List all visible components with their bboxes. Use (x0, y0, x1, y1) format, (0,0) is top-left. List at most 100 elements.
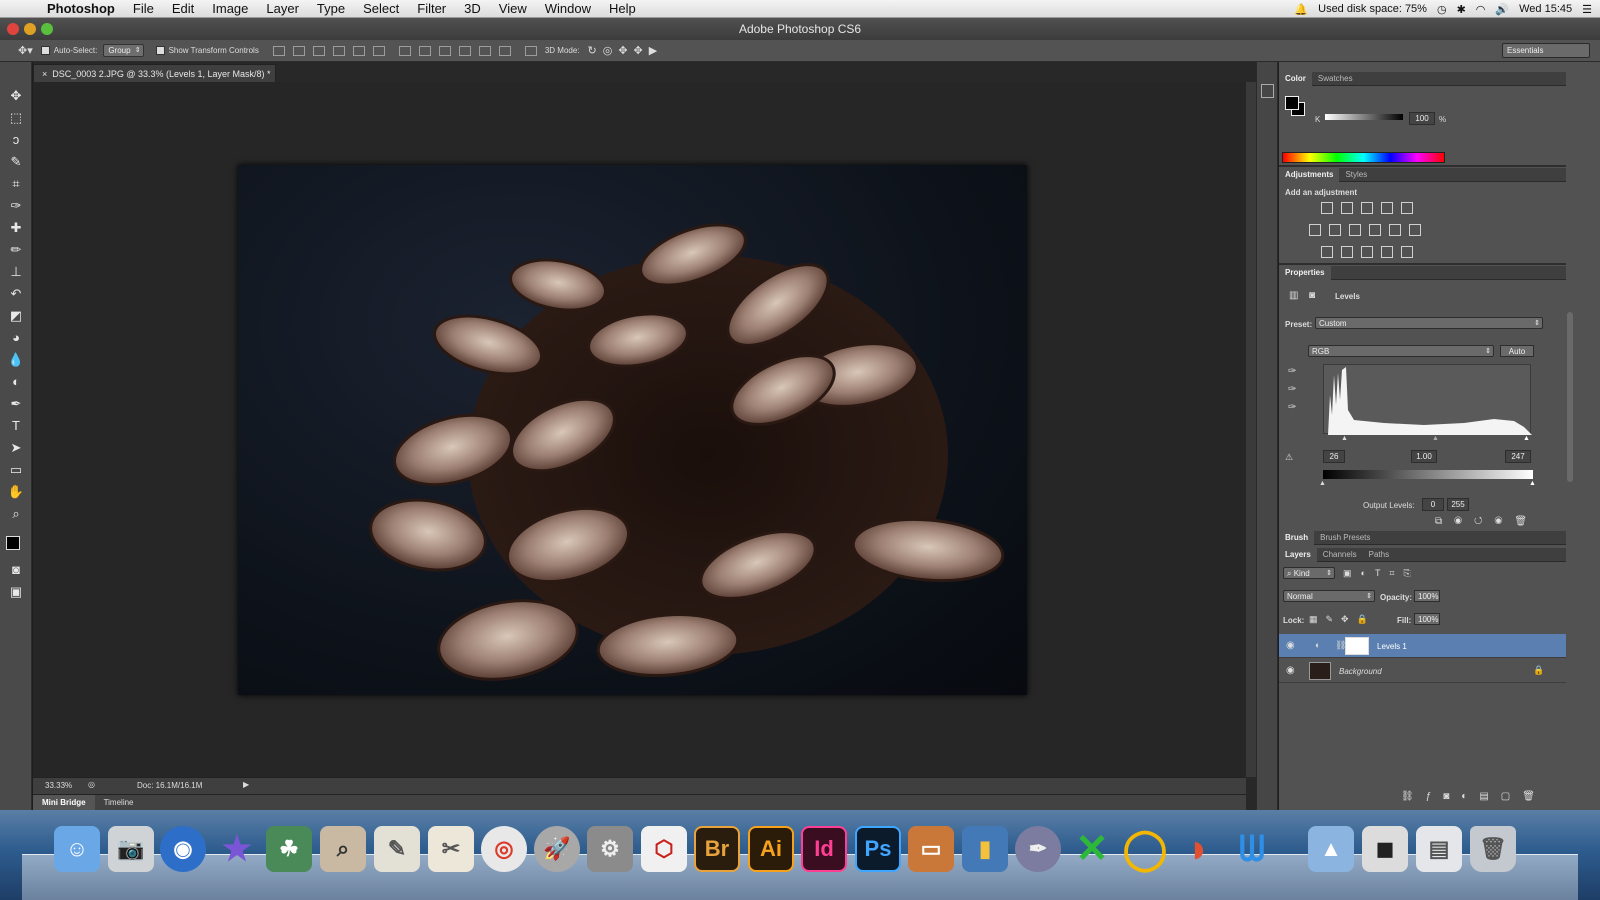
layer-name[interactable]: Levels 1 (1377, 642, 1407, 651)
curves-icon[interactable] (1361, 202, 1373, 214)
dvd-player-icon[interactable]: ◉ (160, 826, 206, 872)
preset-dropdown[interactable]: Custom (1315, 317, 1543, 329)
preview-icon[interactable]: ⌕ (320, 826, 366, 872)
clock[interactable]: Wed 15:45 (1519, 3, 1572, 15)
photo-filter-icon[interactable] (1369, 224, 1381, 236)
imovie-icon[interactable]: ★ (214, 826, 260, 872)
distribute-hcenter-icon[interactable] (478, 45, 491, 56)
gradient-map-icon[interactable] (1381, 246, 1393, 258)
layer-row-background[interactable]: ◉ Background 🔒 (1279, 659, 1566, 683)
color-balance-icon[interactable] (1329, 224, 1341, 236)
illustrator-icon[interactable]: Ai (748, 826, 794, 872)
menu-3d[interactable]: 3D (455, 1, 490, 16)
minimize-window-button[interactable] (24, 23, 36, 35)
dodge-tool-icon[interactable]: ◐ (7, 374, 25, 390)
bridge-icon[interactable]: Br (694, 826, 740, 872)
k-value-input[interactable]: 100 (1409, 112, 1435, 125)
zoom-tool-icon[interactable]: ⌕ (7, 506, 25, 522)
tab-color[interactable]: Color (1279, 71, 1312, 86)
tab-mini-bridge[interactable]: Mini Bridge (33, 794, 95, 811)
auto-align-icon[interactable] (524, 45, 537, 56)
auto-button[interactable]: Auto (1500, 345, 1534, 357)
notification-icon[interactable]: 🔔 (1294, 3, 1308, 16)
exposure-icon[interactable] (1381, 202, 1393, 214)
powerpoint-icon[interactable]: ◗ (1176, 826, 1222, 872)
invert-icon[interactable] (1321, 246, 1333, 258)
distribute-vcenter-icon[interactable] (418, 45, 431, 56)
black-point-eyedropper-icon[interactable]: ✑ (1288, 366, 1296, 377)
pen-tool-icon[interactable]: ✒ (7, 396, 25, 412)
layer-filter-dropdown[interactable]: ⌕ Kind (1283, 567, 1335, 579)
gamma-input-slider[interactable]: ▲ (1432, 435, 1439, 442)
move-tool-icon[interactable]: ✥▾ (18, 44, 33, 57)
posterize-icon[interactable] (1341, 246, 1353, 258)
properties-scrollbar[interactable] (1567, 312, 1573, 482)
align-hcenter-icon[interactable] (352, 45, 365, 56)
output-black-field[interactable]: 0 (1422, 498, 1444, 511)
menu-help[interactable]: Help (600, 1, 645, 16)
tab-layers[interactable]: Layers (1279, 547, 1317, 562)
lock-icons[interactable]: ▦✎✥🔒 (1309, 614, 1376, 625)
photoshop-icon[interactable]: Ps (855, 826, 901, 872)
menu-edit[interactable]: Edit (163, 1, 203, 16)
output-black-slider[interactable]: ▲ (1319, 480, 1326, 487)
opacity-field[interactable]: 100% (1414, 590, 1440, 602)
lasso-tool-icon[interactable]: ↄ (7, 132, 25, 148)
menu-filter[interactable]: Filter (408, 1, 455, 16)
eyedropper-tool-icon[interactable]: ✑ (7, 198, 25, 214)
align-right-icon[interactable] (372, 45, 385, 56)
distribute-top-icon[interactable] (398, 45, 411, 56)
vertical-scrollbar[interactable] (1246, 82, 1256, 777)
fill-field[interactable]: 100% (1414, 613, 1440, 625)
zoom-window-button[interactable] (41, 23, 53, 35)
menu-view[interactable]: View (490, 1, 536, 16)
quick-select-tool-icon[interactable]: ✎ (7, 154, 25, 170)
clipping-warning-icon[interactable]: ⚠ (1285, 452, 1293, 463)
canvas-image[interactable] (238, 165, 1027, 695)
trash-icon[interactable]: 🗑 (1470, 826, 1516, 872)
screen-mode-icon[interactable]: ▣ (7, 584, 25, 600)
outlook-icon[interactable]: ◯ (1122, 826, 1168, 872)
list-icon[interactable]: ☰ (1582, 3, 1592, 16)
menu-file[interactable]: File (124, 1, 163, 16)
transform-controls-checkbox[interactable] (155, 46, 165, 55)
document-tab[interactable]: × DSC_0003 2.JPG @ 33.3% (Levels 1, Laye… (33, 64, 276, 82)
path-select-tool-icon[interactable]: ➤ (7, 440, 25, 456)
clone-stamp-tool-icon[interactable]: ⊥ (7, 264, 25, 280)
gray-point-eyedropper-icon[interactable]: ✑ (1288, 384, 1296, 395)
wifi-icon[interactable]: ◠ (1476, 3, 1486, 16)
levels-adjust-icon[interactable] (1341, 202, 1353, 214)
brush-tool-icon[interactable]: ✏ (7, 242, 25, 258)
numbers-icon[interactable]: ▮ (962, 826, 1008, 872)
scissors-app-icon[interactable]: ✂ (428, 826, 474, 872)
tab-properties[interactable]: Properties (1279, 265, 1331, 280)
visibility-eye-icon[interactable]: ◉ (1286, 640, 1295, 651)
chrome-icon[interactable]: ◎ (481, 826, 527, 872)
channel-mixer-icon[interactable] (1389, 224, 1401, 236)
close-tab-icon[interactable]: × (42, 69, 47, 79)
color-spectrum-ramp[interactable] (1282, 152, 1445, 163)
layer-row-levels[interactable]: ◉ ◐ ⛓ Levels 1 (1279, 634, 1566, 658)
layer-filter-icons[interactable]: ▣◐T⌗⎘ (1343, 568, 1420, 579)
layer-mask-thumbnail[interactable] (1345, 637, 1369, 655)
distribute-left-icon[interactable] (458, 45, 471, 56)
healing-brush-tool-icon[interactable]: ✚ (7, 220, 25, 236)
volume-icon[interactable]: 🔊 (1495, 3, 1509, 16)
blend-mode-dropdown[interactable]: Normal (1283, 590, 1375, 602)
align-vcenter-icon[interactable] (292, 45, 305, 56)
threshold-icon[interactable] (1361, 246, 1373, 258)
quick-mask-icon[interactable]: ◙ (7, 562, 25, 578)
visibility-eye-icon[interactable]: ◉ (1286, 665, 1295, 676)
textedit-icon[interactable]: ✎ (374, 826, 420, 872)
blur-tool-icon[interactable]: 💧 (7, 352, 25, 368)
vibrance-icon[interactable] (1401, 202, 1413, 214)
close-window-button[interactable] (7, 23, 19, 35)
align-left-icon[interactable] (332, 45, 345, 56)
color-lookup-icon[interactable] (1409, 224, 1421, 236)
stack-image-icon[interactable]: ◼ (1362, 826, 1408, 872)
input-gamma-field[interactable]: 1.00 (1411, 450, 1437, 463)
hand-tool-icon[interactable]: ✋ (7, 484, 25, 500)
workspace-dropdown[interactable]: Essentials (1502, 43, 1590, 58)
bluetooth-icon[interactable]: ✱ (1457, 3, 1466, 16)
auto-select-checkbox[interactable] (40, 46, 50, 55)
